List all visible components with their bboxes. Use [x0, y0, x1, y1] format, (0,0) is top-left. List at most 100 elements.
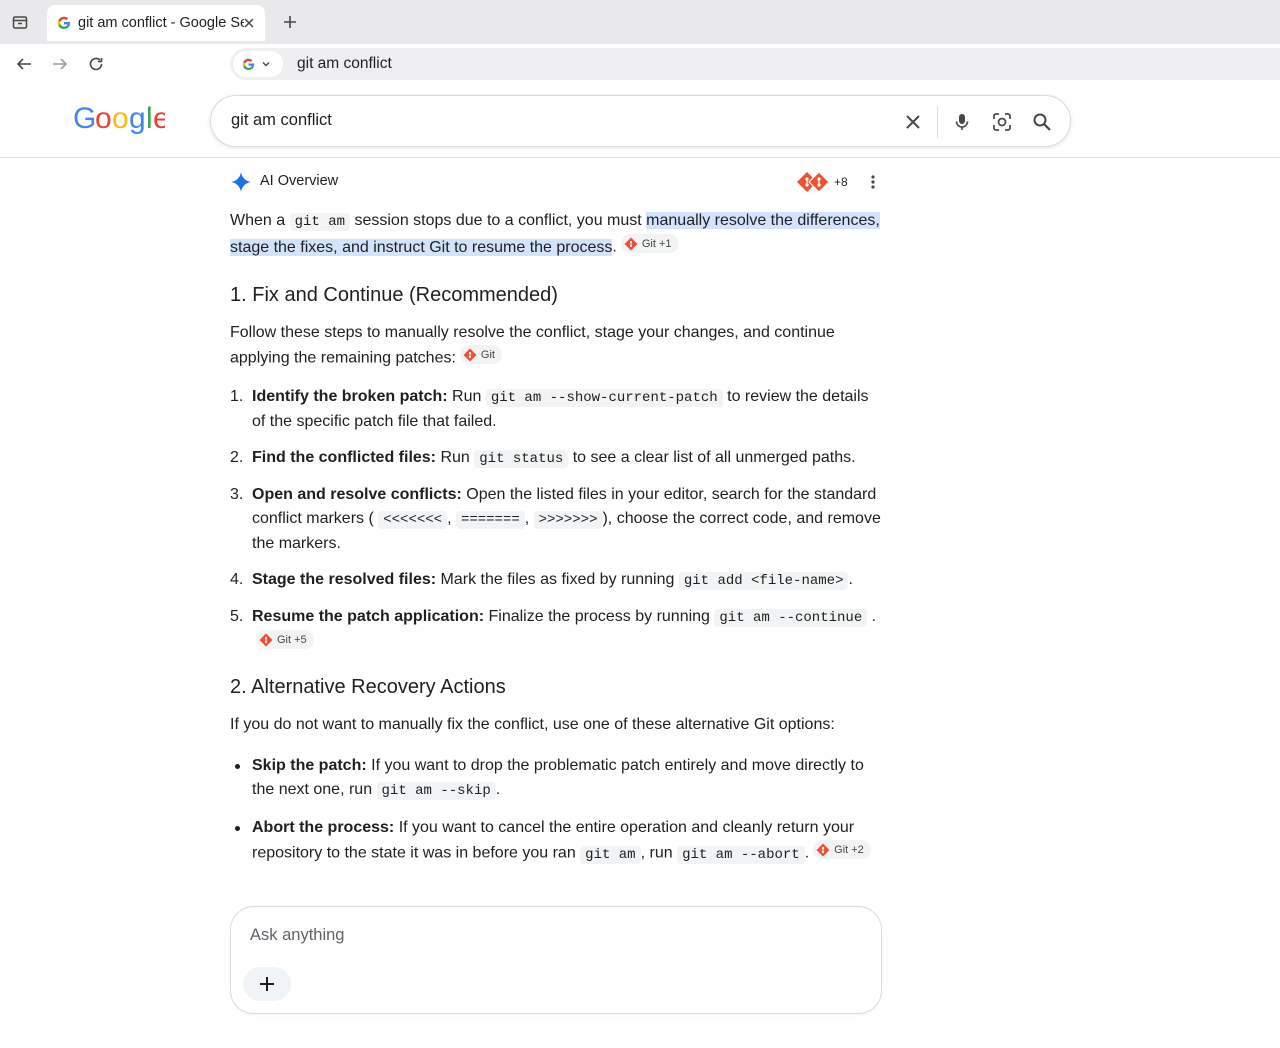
alternatives-list: Skip the patch: If you want to drop the … — [230, 754, 882, 880]
section-intro-text: Follow these steps to manually resolve t… — [230, 324, 835, 367]
steps-list: 1. Identify the broken patch: Run git am … — [230, 385, 882, 668]
bullet-text: . — [495, 781, 501, 798]
search-divider — [937, 106, 938, 138]
forward-arrow-icon[interactable] — [49, 53, 71, 75]
summary-text: . — [612, 238, 617, 256]
source-chip[interactable]: Git — [459, 345, 502, 364]
section-heading: 2. Alternative Recovery Actions — [230, 676, 506, 698]
step-number: 3. — [230, 486, 244, 503]
svg-text:g: g — [129, 102, 145, 134]
back-arrow-icon[interactable] — [13, 53, 35, 75]
bullet-text: , run — [640, 844, 678, 862]
step-text: , — [447, 510, 456, 527]
chevron-down-icon — [262, 62, 270, 67]
tab-search-icon[interactable] — [8, 10, 32, 34]
search-input[interactable]: git am conflict — [231, 111, 332, 130]
bullet-title: Skip the patch: — [252, 757, 367, 774]
step-text: to see a clear list of all unmerged path… — [568, 449, 856, 466]
ai-overview-label: AI Overview — [260, 173, 339, 189]
inline-code: git add <file-name> — [678, 572, 849, 590]
inline-code: ======= — [455, 511, 525, 529]
bullet-dot — [235, 764, 240, 769]
summary-text: When a — [230, 212, 290, 229]
list-item: 1. Identify the broken patch: Run git am … — [230, 385, 882, 434]
more-options-icon[interactable] — [866, 172, 880, 192]
step-title: Find the conflicted files: — [252, 449, 437, 466]
inline-code: git am --skip — [376, 782, 496, 800]
browser-toolbar: git am conflict — [0, 44, 1280, 84]
svg-text:G: G — [73, 102, 96, 134]
step-text: . — [848, 571, 853, 588]
address-text: git am conflict — [297, 55, 392, 72]
step-number: 4. — [230, 571, 244, 588]
source-chip[interactable]: Git +2 — [813, 840, 871, 859]
git-logo-icon — [463, 348, 477, 361]
svg-text:o: o — [95, 102, 111, 134]
browser-tab[interactable]: git am conflict - Google Search — [47, 5, 265, 41]
camera-lens-icon[interactable] — [990, 110, 1014, 134]
search-box[interactable]: git am conflict — [210, 95, 1071, 147]
step-number: 5. — [230, 608, 244, 625]
source-chip-label: Git — [480, 348, 495, 361]
ask-input[interactable]: Ask anything — [250, 926, 344, 945]
step-text: Run — [447, 388, 486, 405]
list-item: 4. Stage the resolved files: Mark the fil… — [230, 568, 882, 593]
step-title: Resume the patch application: — [252, 608, 485, 625]
sources-count: +8 — [834, 175, 848, 189]
inline-code: git am --show-current-patch — [485, 389, 723, 407]
ask-box[interactable]: Ask anything — [230, 906, 882, 1014]
new-tab-icon[interactable] — [280, 12, 300, 32]
tab-close-icon[interactable] — [241, 15, 257, 31]
svg-text:o: o — [112, 102, 128, 134]
inline-code: git am — [580, 845, 641, 864]
search-icon[interactable] — [1030, 110, 1054, 134]
section-intro: Follow these steps to manually resolve t… — [230, 321, 882, 371]
ai-overview-summary: When a git am session stops due to a con… — [230, 209, 882, 260]
git-logo-icon — [797, 171, 830, 193]
step-text: Run — [436, 449, 475, 466]
source-chip[interactable]: Git +1 — [620, 234, 679, 253]
step-text: , — [524, 510, 534, 527]
bullet-dot — [235, 826, 240, 831]
google-logo[interactable]: G o o g l e — [73, 102, 170, 142]
inline-code: git status — [474, 450, 569, 468]
step-text: . — [871, 608, 877, 625]
tab-title: git am conflict - Google Search — [78, 15, 244, 31]
git-logo-icon — [816, 843, 830, 856]
inline-code: >>>>>>> — [533, 511, 603, 529]
google-favicon-icon — [57, 16, 71, 30]
inline-code: git am --abort — [677, 845, 805, 864]
google-g-icon — [242, 58, 255, 70]
inline-code: <<<<<<< — [378, 511, 448, 529]
list-item: Abort the process: If you want to cancel… — [230, 816, 882, 867]
list-item: 2. Find the conflicted files: Run git sta… — [230, 446, 882, 471]
step-title: Stage the resolved files: — [252, 571, 437, 588]
step-number: 1. — [230, 388, 244, 405]
plus-icon — [260, 977, 274, 991]
source-chip[interactable]: Git +5 — [256, 630, 314, 649]
list-item: 3. Open and resolve conflicts: Open the l… — [230, 483, 882, 556]
list-item: Skip the patch: If you want to drop the … — [230, 754, 882, 803]
svg-text:l: l — [146, 102, 152, 134]
inline-code: git am --continue — [714, 609, 868, 627]
git-logo-icon — [259, 633, 273, 646]
ai-overview-header: AI Overview +8 — [230, 170, 882, 194]
step-text: Mark the files as fixed by running — [436, 571, 679, 588]
address-bar[interactable]: git am conflict — [230, 48, 1280, 80]
clear-icon[interactable] — [901, 110, 925, 134]
reload-icon[interactable] — [85, 53, 107, 75]
svg-text:e: e — [153, 102, 165, 134]
inline-code: git am — [289, 213, 351, 231]
step-text: Finalize the process by running — [484, 608, 715, 625]
step-title: Open and resolve conflicts: — [252, 486, 462, 503]
section-heading: 1. Fix and Continue (Recommended) — [230, 284, 558, 306]
add-button[interactable] — [243, 967, 291, 1001]
tab-strip: git am conflict - Google Search — [0, 0, 1280, 44]
source-chip-label: Git +1 — [641, 237, 672, 250]
bullet-title: Abort the process: — [252, 819, 395, 836]
sources-stack[interactable]: +8 — [796, 170, 848, 194]
search-engine-chip[interactable] — [233, 51, 283, 77]
step-number: 2. — [230, 449, 244, 466]
source-chip-label: Git +5 — [277, 633, 307, 646]
microphone-icon[interactable] — [950, 110, 974, 134]
